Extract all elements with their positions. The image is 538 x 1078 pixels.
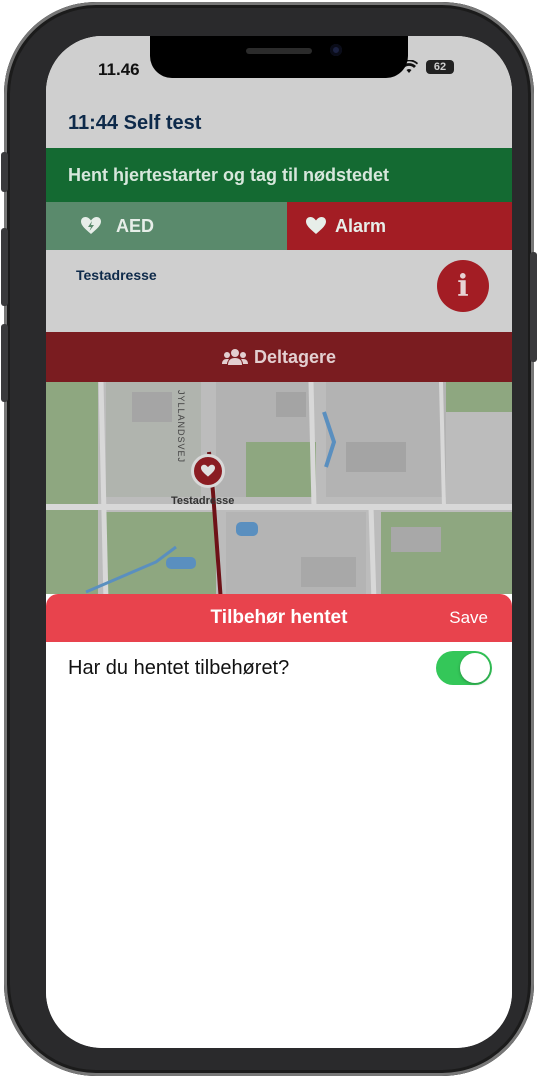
mute-switch [1,152,8,192]
volume-down-button [1,324,8,402]
status-time: 11.46 [98,60,140,79]
bottom-sheet: Tilbehør hentet Save Har du hentet tilbe… [46,594,512,1048]
power-button [530,252,537,362]
tab-alarm[interactable]: Alarm [287,202,512,250]
phone-frame: 11.46 62 11:44 Self test Hent hjertestar… [1,2,537,1076]
tab-aed[interactable]: AED [46,202,287,250]
notch [150,36,408,78]
tab-alarm-label: Alarm [335,215,387,236]
save-button[interactable]: Save [449,608,488,628]
battery-icon: 62 [426,60,454,74]
question-row: Har du hentet tilbehøret? [46,642,512,694]
volume-up-button [1,228,8,306]
map-pin-label: Testadresse [171,495,235,507]
map-pin[interactable] [191,454,225,488]
speaker [246,48,312,54]
tab-aed-label: AED [116,215,155,236]
aed-heart-icon [81,217,101,234]
title-bar: 11:44 Self test [46,98,512,148]
users-icon [221,349,248,365]
sheet-header: Tilbehør hentet Save [46,594,512,642]
screen: 11.46 62 11:44 Self test Hent hjertestar… [46,36,512,1048]
address-text: Testadresse [76,267,157,283]
instruction-text: Hent hjertestarter og tag til nødstedet [68,164,390,185]
toggle-knob [460,653,490,683]
sheet-title: Tilbehør hentet [210,607,348,628]
front-camera [330,44,342,56]
participants-label: Deltagere [253,346,337,367]
pin-heart-icon [201,464,215,477]
address-panel: Testadresse i [46,250,512,332]
instruction-banner: Hent hjertestarter og tag til nødstedet [46,148,512,202]
page-title: 11:44 Self test [68,111,202,134]
tab-bar: AED Alarm [46,202,512,250]
heart-icon [306,217,326,234]
participants-button[interactable]: Deltagere [46,332,512,382]
map-graphic [46,382,512,602]
info-icon: i [457,268,469,304]
map-street-label: JYLLANDSVEJ [176,390,186,464]
info-button[interactable]: i [437,260,489,312]
map-view[interactable]: JYLLANDSVEJ Testadresse [46,382,512,602]
app-content: 11:44 Self test Hent hjertestarter og ta… [46,98,512,602]
question-text: Har du hentet tilbehøret? [68,656,290,679]
accessory-toggle[interactable] [436,651,492,685]
